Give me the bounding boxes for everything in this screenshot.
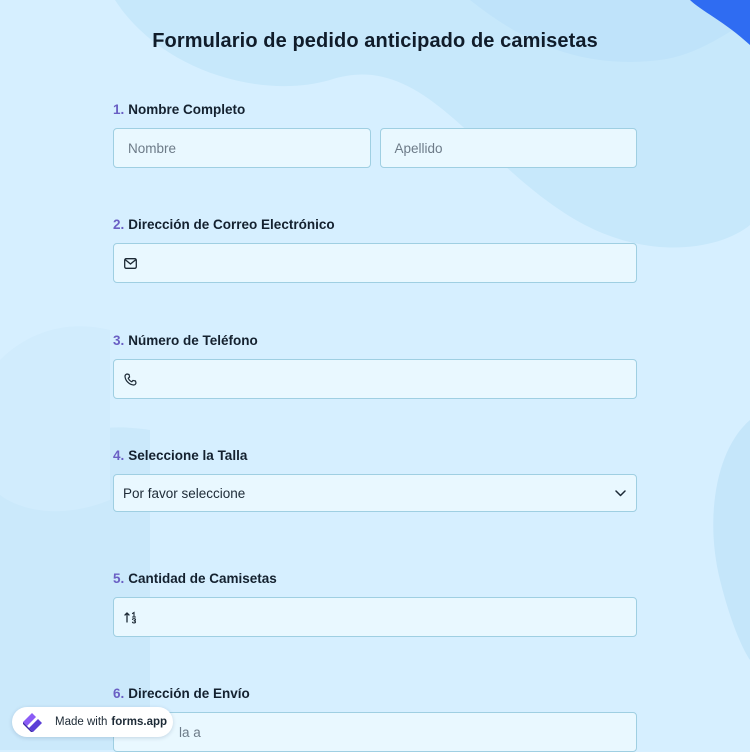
question-text: Dirección de Correo Electrónico xyxy=(128,217,335,232)
question-number: 5. xyxy=(113,571,125,586)
question-text: Seleccione la Talla xyxy=(128,448,248,463)
question-text: Cantidad de Camisetas xyxy=(128,571,277,586)
last-name-placeholder: Apellido xyxy=(394,140,443,156)
question-label: 2. Dirección de Correo Electrónico xyxy=(113,216,637,234)
form-page: Formulario de pedido anticipado de camis… xyxy=(0,0,750,752)
question-label: 3. Número de Teléfono xyxy=(113,332,637,350)
question-label: 4. Seleccione la Talla xyxy=(113,447,637,465)
question-text: Número de Teléfono xyxy=(128,333,258,348)
question-email: 2. Dirección de Correo Electrónico xyxy=(113,216,637,283)
question-text: Dirección de Envío xyxy=(128,686,250,701)
question-shipping-address: 6. Dirección de Envío la a xyxy=(113,685,637,752)
quantity-input[interactable] xyxy=(113,597,637,637)
first-name-placeholder: Nombre xyxy=(128,140,177,156)
name-row: Nombre Apellido xyxy=(113,128,637,168)
first-name-input[interactable]: Nombre xyxy=(113,128,371,168)
email-input[interactable] xyxy=(113,243,637,283)
chevron-down-icon xyxy=(614,487,626,499)
question-number: 4. xyxy=(113,448,125,463)
made-with-badge[interactable]: Made with forms.app xyxy=(12,707,173,737)
size-select[interactable]: Por favor seleccione xyxy=(113,474,637,512)
phone-input[interactable] xyxy=(113,359,637,399)
question-phone: 3. Número de Teléfono xyxy=(113,332,637,399)
question-label: 5. Cantidad de Camisetas xyxy=(113,570,637,588)
phone-icon xyxy=(123,372,137,386)
envelope-icon xyxy=(123,256,137,270)
last-name-input[interactable]: Apellido xyxy=(379,128,637,168)
question-label: 1. Nombre Completo xyxy=(113,101,637,119)
shipping-address-placeholder: la a xyxy=(179,724,201,740)
question-text: Nombre Completo xyxy=(128,102,246,117)
shipping-address-input[interactable]: la a xyxy=(113,712,637,752)
forms-app-logo-icon xyxy=(23,713,42,732)
question-number: 6. xyxy=(113,686,125,701)
question-label: 6. Dirección de Envío xyxy=(113,685,637,703)
badge-prefix: Made with xyxy=(55,716,108,728)
question-quantity: 5. Cantidad de Camisetas xyxy=(113,570,637,637)
sort-number-icon xyxy=(123,610,137,624)
badge-brand: forms.app xyxy=(111,716,168,728)
question-number: 3. xyxy=(113,333,125,348)
size-select-value: Por favor seleccione xyxy=(123,485,246,501)
form-title: Formulario de pedido anticipado de camis… xyxy=(152,30,598,52)
question-size: 4. Seleccione la Talla Por favor seleccio… xyxy=(113,447,637,512)
question-full-name: 1. Nombre Completo Nombre Apellido xyxy=(113,101,637,168)
question-number: 2. xyxy=(113,217,125,232)
question-number: 1. xyxy=(113,102,125,117)
